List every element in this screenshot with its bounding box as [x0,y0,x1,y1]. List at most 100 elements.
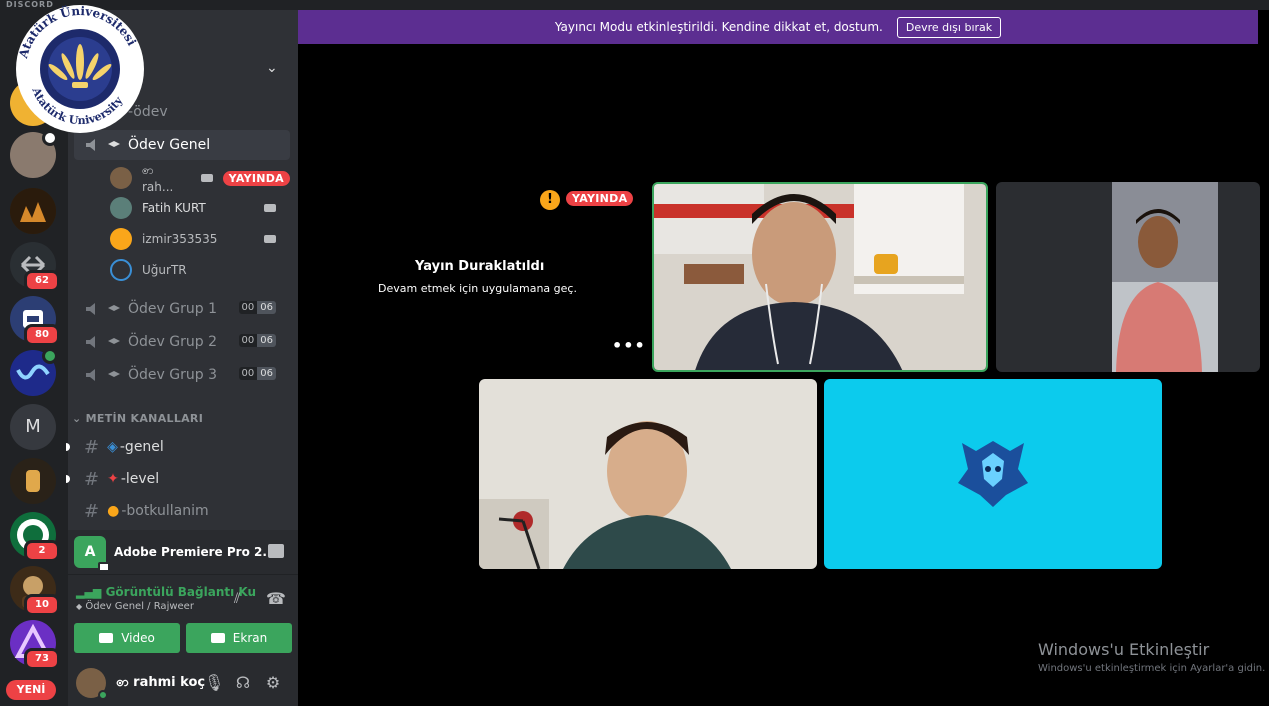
hash-icon: # [84,500,100,522]
user-avatar[interactable] [76,668,108,700]
windows-activation-subtitle: Windows'u etkinleştirmek için Ayarlar'a … [1038,663,1266,674]
participant-video [479,379,817,569]
banner-message: Yayıncı Modu etkinleştirildi. Kendine di… [554,20,883,34]
speaker-icon [86,139,95,151]
video-camera-icon [99,633,114,643]
avatar [110,228,132,250]
disconnect-icon[interactable]: ☎ [266,589,286,608]
participant-video [996,182,1260,372]
unread-badge: 62 [24,270,60,292]
voice-member[interactable]: ꩦ rah... YAYINDA [110,163,290,194]
username[interactable]: ꩦ rahmi koç [116,674,205,693]
graduation-cap-icon: ◆ [76,602,83,611]
server-icon[interactable] [10,188,56,234]
windows-activation-title: Windows'u Etkinleştir [1038,640,1210,659]
diamond-icon: ◈ [107,439,118,455]
text-channel-name: -genel [119,439,164,455]
member-name: UğurTR [142,263,187,277]
speaker-icon [86,303,95,315]
screen-share-button[interactable]: Ekran [186,623,292,653]
activity-title: Adobe Premiere Pro 2... [114,545,277,559]
new-badge[interactable]: YENİ [6,680,56,700]
stream-paused-subtitle: Devam etmek için uygulamana geç. [378,282,577,295]
text-channel-botkullanim[interactable]: # ● -botkullanim [74,496,290,526]
voice-channel-odev-grup-2[interactable]: Ödev Grup 2 00 06 [74,327,290,357]
headphones-icon[interactable]: ☊ [234,674,252,692]
server-icon[interactable]: 2 [10,512,60,562]
user-limit: 00 06 [238,301,276,314]
unread-badge: 2 [24,540,60,562]
connection-status[interactable]: ▂▄▆ Görüntülü Bağlantı Ku [76,585,256,599]
server-icon[interactable]: 62 [10,242,60,292]
stream-paused-title: Yayın Duraklatıldı [415,259,545,274]
voice-channel-name: Ödev Genel [128,137,211,153]
member-name: ꩦ rah... [142,163,174,194]
camera-icon [264,235,276,243]
voice-channel-odev-grup-3[interactable]: Ödev Grup 3 00 06 [74,360,290,390]
user-limit: 00 06 [238,367,276,380]
hash-icon: # [84,468,100,490]
participant-video [654,184,986,370]
signal-icon: ▂▄▆ [76,586,102,599]
microphone-icon[interactable]: 🎙︎ [204,674,224,692]
server-icon[interactable]: 10 [10,566,60,616]
server-icon[interactable] [10,130,58,178]
streamer-mode-banner: Yayıncı Modu etkinleştirildi. Kendine di… [298,10,1258,44]
voice-member[interactable]: Fatih KURT [110,196,290,220]
disable-streamer-mode-button[interactable]: Devre dışı bırak [896,16,1002,38]
noise-suppression-icon[interactable]: ⫽ [234,591,240,607]
pin-icon: ✦ [107,471,119,487]
avatar [110,197,132,219]
text-channel-genel[interactable]: # ◈ -genel [66,432,290,462]
camera-icon [264,204,276,212]
graduation-cap-icon [108,141,120,147]
server-icon[interactable]: M [10,404,56,450]
knight-avatar-icon [958,441,1028,507]
voice-channel-name: Ödev Grup 1 [128,301,217,317]
server-icon[interactable]: 80 [10,296,60,346]
voice-channel-odev-grup-1[interactable]: Ödev Grup 1 00 06 [74,294,290,324]
screen-icon [210,633,225,643]
more-options-icon[interactable]: ••• [612,336,646,355]
speaker-icon [86,336,95,348]
video-tile[interactable] [479,379,817,569]
server-icon[interactable] [10,458,56,504]
graduation-cap-icon [108,338,120,344]
member-name: izmir353535 [142,232,218,246]
gear-icon[interactable]: ⚙ [264,674,282,692]
server-letter: M [25,416,41,437]
video-button[interactable]: Video [74,623,180,653]
speaker-icon [86,369,95,381]
unread-badge: 80 [24,324,60,346]
voice-member[interactable]: izmir353535 [110,227,290,251]
bulb-icon: ● [107,503,120,519]
video-tile-speaking[interactable] [652,182,988,372]
graduation-cap-icon [108,371,120,377]
text-channel-level[interactable]: # ✦ -level [66,464,290,494]
member-name: Fatih KURT [142,201,206,215]
text-channels-category[interactable]: ⌄ METİN KANALLARI [72,412,203,425]
fire-icon [10,188,56,234]
voice-connection-panel: ▂▄▆ Görüntülü Bağlantı Ku ◆ Ödev Genel /… [68,574,298,660]
avatar [110,259,132,281]
server-icon[interactable]: 73 [10,620,60,670]
activity-app-icon: A [74,536,110,572]
text-channel-name: -level [120,471,160,487]
server-icon[interactable] [10,348,58,396]
live-badge: YAYINDA [222,170,290,186]
activity-panel[interactable]: A Adobe Premiere Pro 2... [68,530,298,574]
university-logo: Atatürk Üniversitesi Atatürk University [16,3,144,133]
text-channel-name: -botkullanim [121,503,209,519]
video-tile[interactable] [996,182,1260,372]
user-limit: 00 06 [238,334,276,347]
camera-icon [200,174,213,182]
screen-share-icon[interactable] [268,544,284,558]
unread-badge: 73 [24,648,60,670]
connection-location[interactable]: ◆ Ödev Genel / Rajweer [76,601,194,612]
unread-badge: 10 [24,594,60,616]
chevron-down-icon[interactable]: ⌄ [266,60,278,76]
hash-icon: # [84,436,100,458]
voice-channel-name: Ödev Grup 3 [128,367,217,383]
voice-member[interactable]: UğurTR [110,258,290,282]
video-tile-avatar[interactable] [824,379,1162,569]
